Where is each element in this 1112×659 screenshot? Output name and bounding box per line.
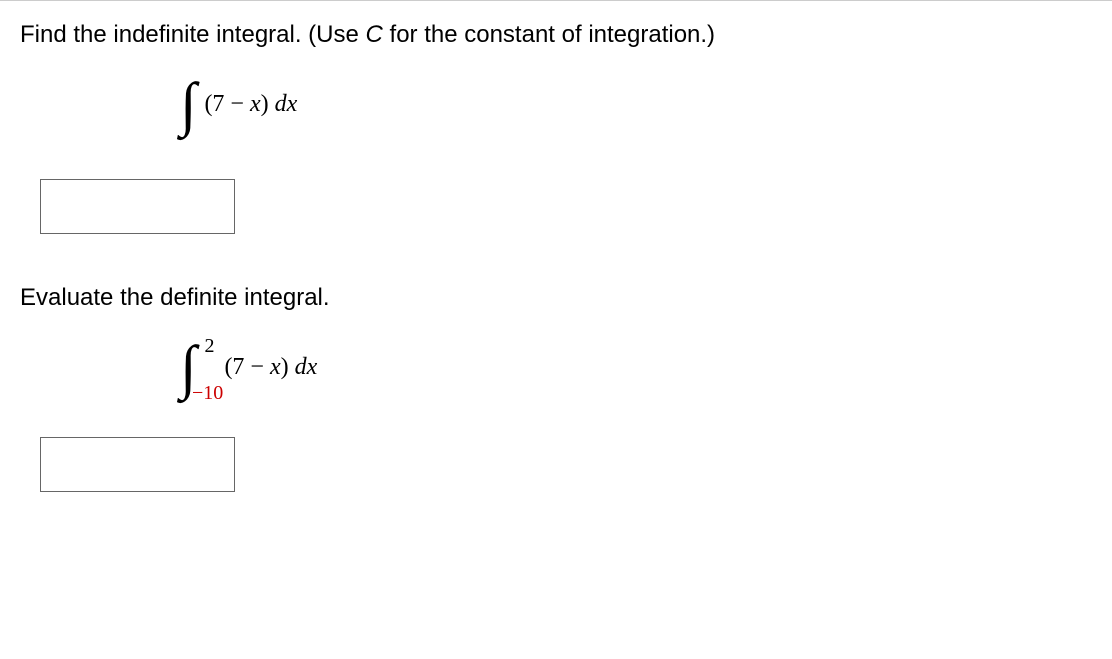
integrand-var: x xyxy=(270,354,281,380)
answer-input-1[interactable] xyxy=(40,179,235,234)
answer-input-2[interactable] xyxy=(40,437,235,492)
integrand-close: ) xyxy=(281,354,295,380)
definite-integrand: (7 − x) dx xyxy=(224,354,317,381)
integrand-open: (7 − xyxy=(224,354,270,380)
q1-prompt-after: for the constant of integration.) xyxy=(383,21,715,48)
integrand-var: x xyxy=(250,91,261,117)
q1-prompt-before: Find the indefinite integral. (Use xyxy=(20,21,366,48)
integral-icon: ∫ xyxy=(180,74,196,134)
diff-d: d xyxy=(295,354,307,380)
definite-integral-expression: ∫ 2 −10 (7 − x) dx xyxy=(180,337,1092,397)
question2-prompt: Evaluate the definite integral. xyxy=(20,284,1092,312)
integrand: (7 − x) dx xyxy=(204,91,297,118)
integrand-close: ) xyxy=(261,91,275,117)
indefinite-integral-expression: ∫ (7 − x) dx xyxy=(180,74,1092,134)
diff-d: d xyxy=(275,91,287,117)
definite-integral-symbol-wrap: ∫ 2 −10 xyxy=(180,337,196,397)
integrand-open: (7 − xyxy=(204,91,250,117)
diff-var: x xyxy=(307,354,318,380)
q1-constant: C xyxy=(366,21,383,48)
diff-var: x xyxy=(287,91,298,117)
question1-prompt: Find the indefinite integral. (Use C for… xyxy=(20,21,1092,49)
upper-bound: 2 xyxy=(204,335,214,358)
lower-bound: −10 xyxy=(192,382,223,405)
